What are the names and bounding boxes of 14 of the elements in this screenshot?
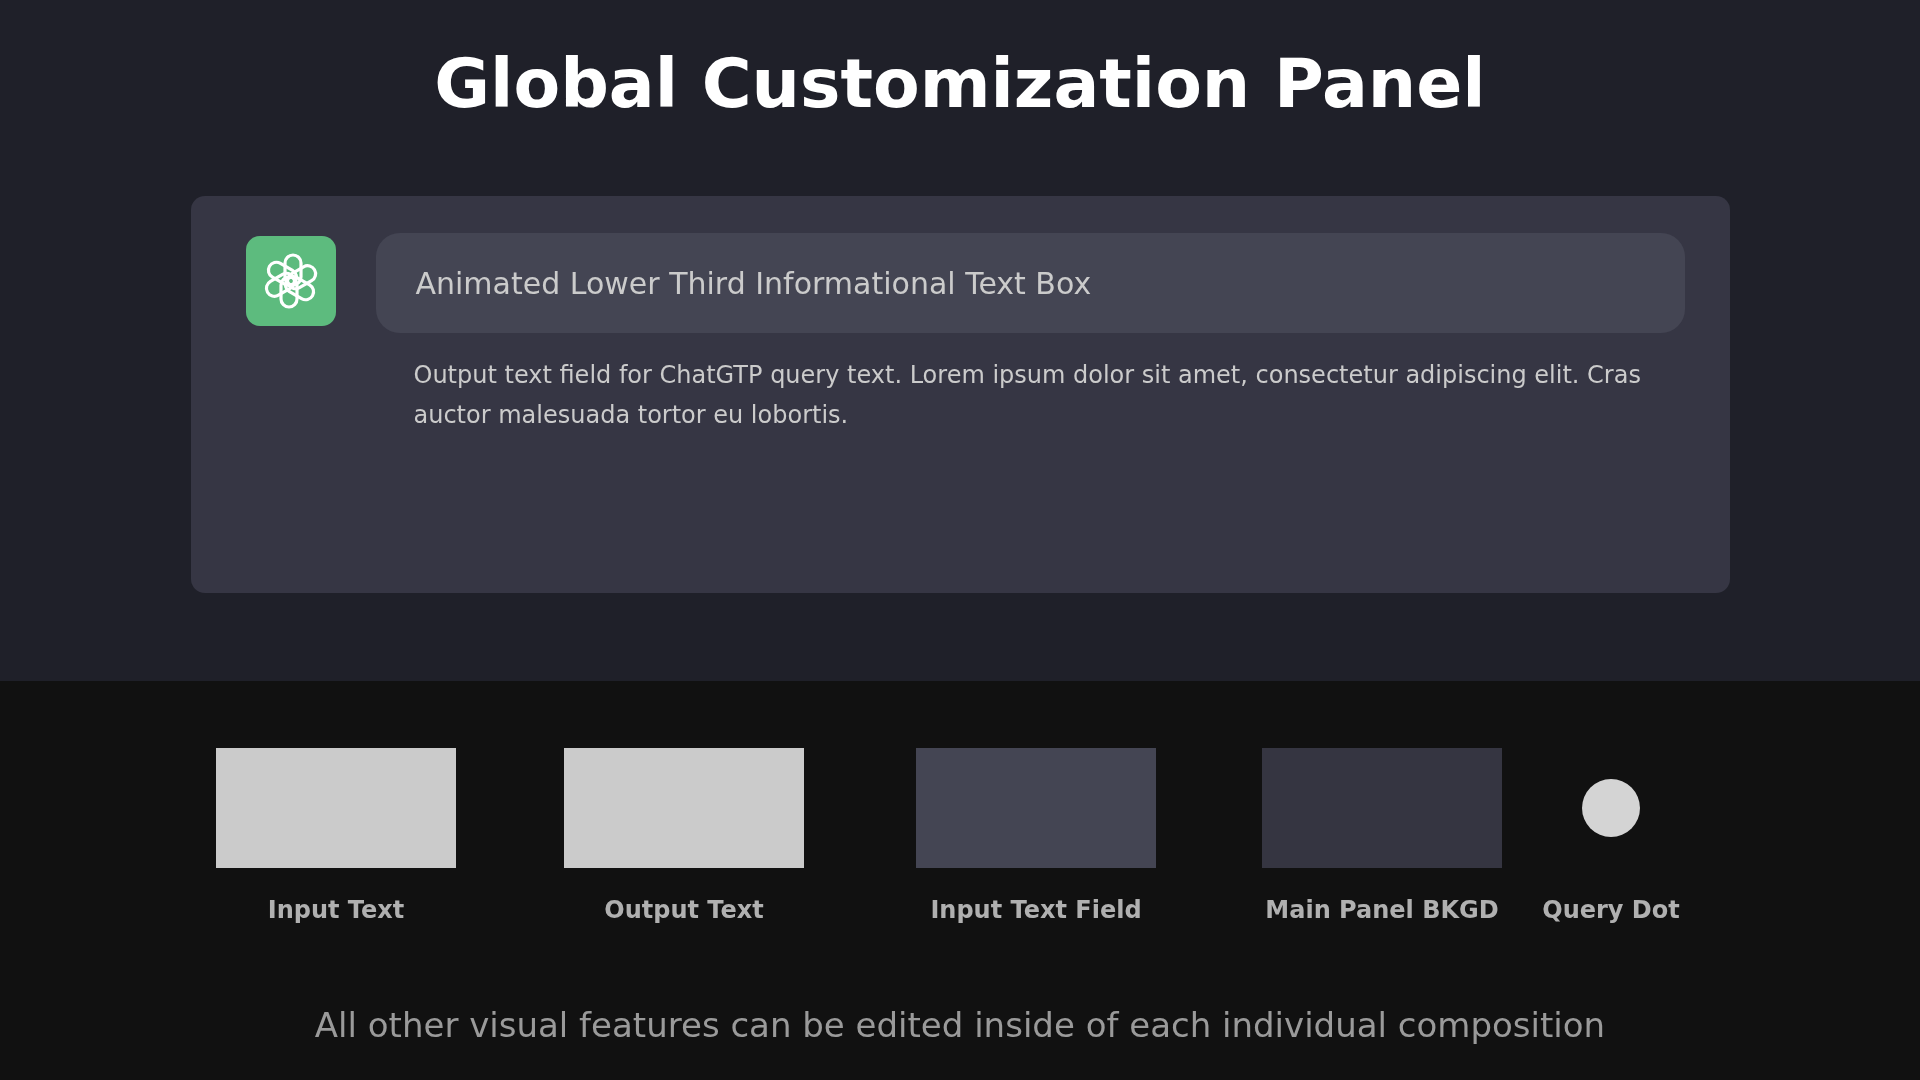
swatch-label: Input Text Field: [930, 895, 1142, 926]
color-swatch[interactable]: [1262, 748, 1502, 868]
swatch-label: Main Panel BKGD: [1265, 895, 1499, 926]
swatch-label: Output Text: [604, 895, 764, 926]
swatch-label: Input Text: [267, 895, 405, 926]
swatch-label: Query Dot: [1542, 895, 1680, 926]
page-title: Global Customization Panel: [434, 50, 1486, 118]
output-text: Output text field for ChatGTP query text. Lorem ipsum dolor sit amet, consectetur adipiscing elit. Cras auctor malesuada tortor eu lobortis.: [412, 360, 1642, 431]
footer-note: All other visual features can be edited inside of each individual composition: [313, 1004, 1607, 1047]
input-text-field[interactable]: Animated Lower Third Informational Text Box: [375, 233, 1685, 333]
color-swatch[interactable]: [916, 748, 1156, 868]
color-swatch[interactable]: [216, 748, 456, 868]
logo-icon: [245, 236, 336, 326]
color-swatch[interactable]: [564, 748, 804, 868]
